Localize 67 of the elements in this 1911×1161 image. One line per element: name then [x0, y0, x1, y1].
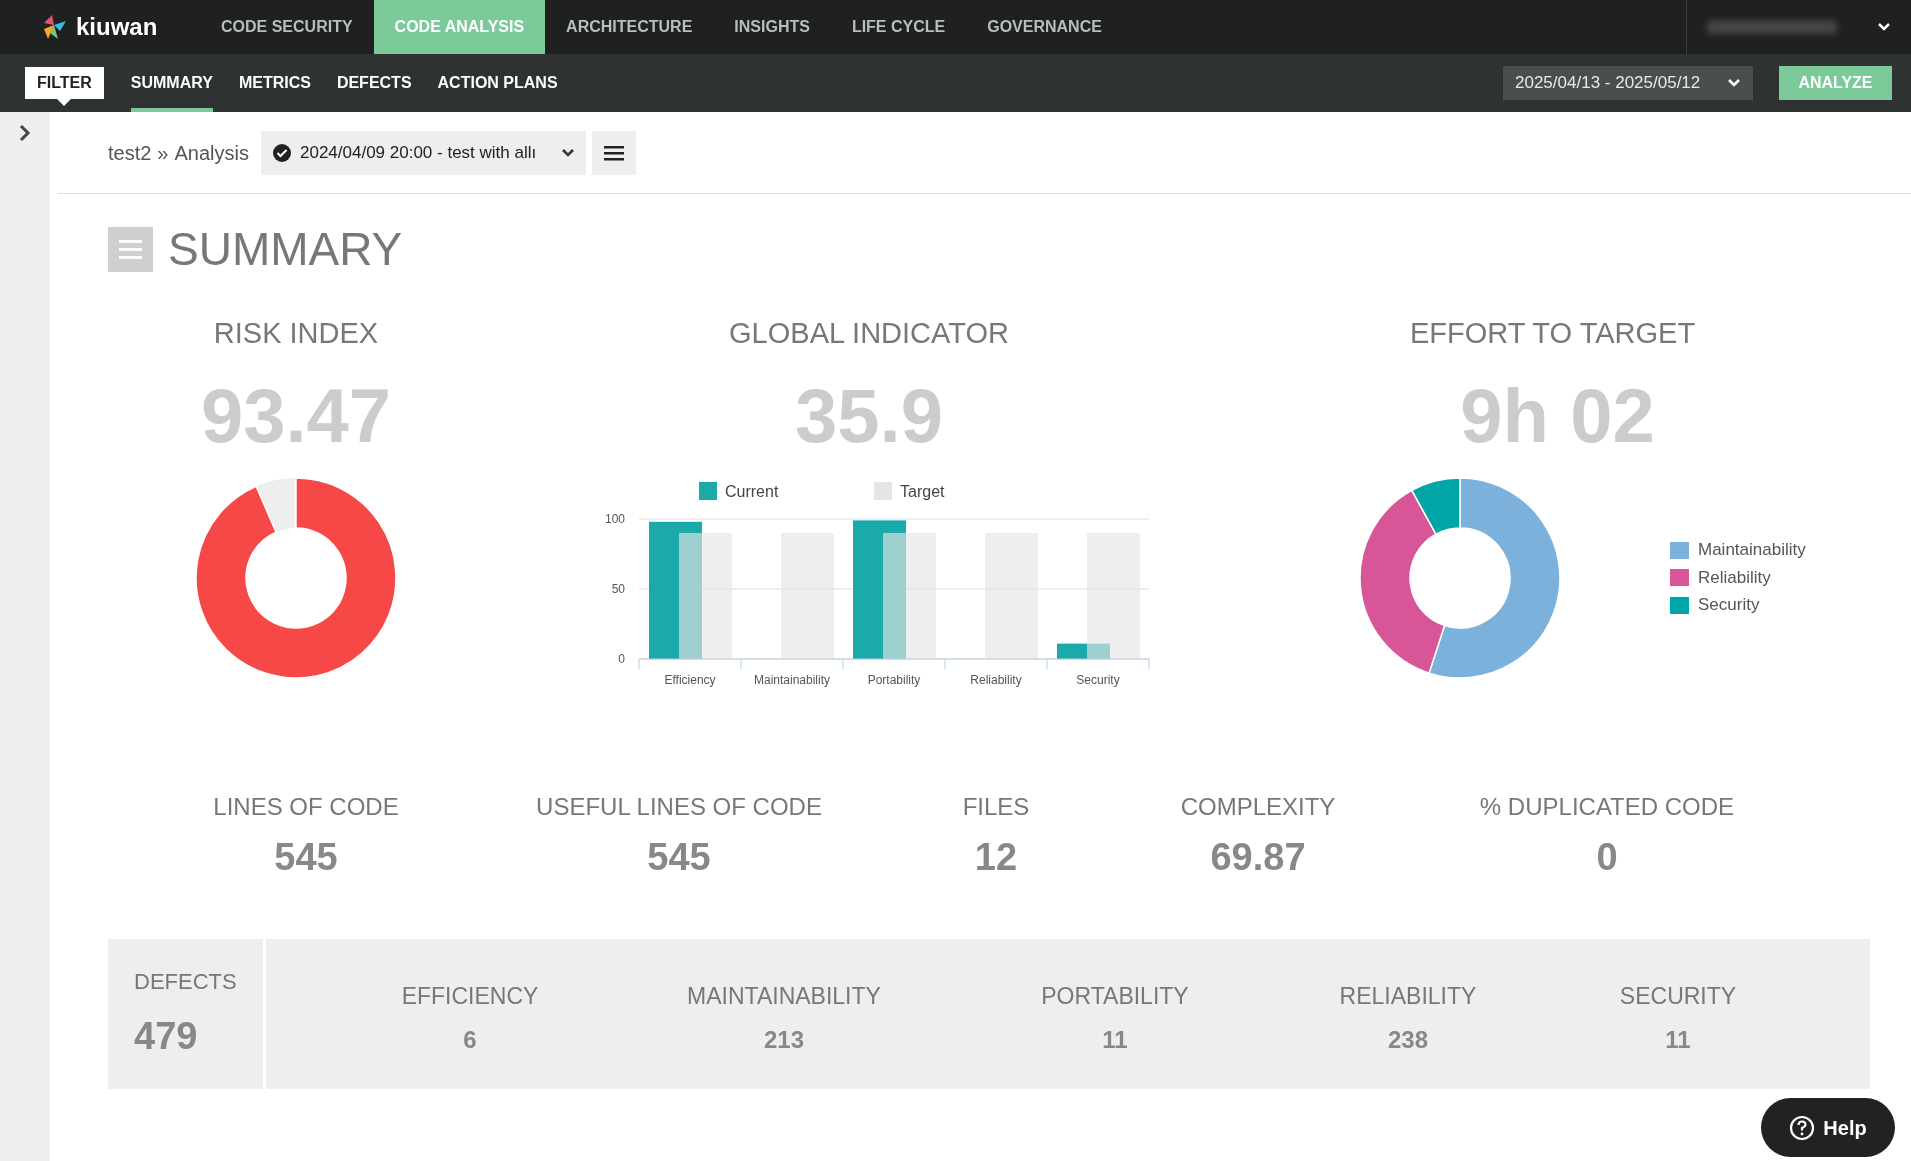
axis-category-label: Maintainability — [754, 672, 830, 687]
legend-swatch — [874, 481, 892, 500]
legend-label: Security — [1698, 594, 1760, 617]
sub-tab[interactable]: DEFECTS — [336, 54, 412, 112]
legend-swatch — [699, 481, 717, 500]
axis-category-label: Security — [1076, 672, 1120, 687]
sub-tab[interactable]: ACTION PLANS — [437, 54, 558, 112]
legend-label: Target — [900, 482, 945, 500]
pointer-icon — [57, 99, 72, 106]
menu-icon — [603, 144, 624, 161]
metric-value: 12 — [974, 835, 1018, 880]
date-range-dropdown[interactable]: 2025/04/13 - 2025/05/12 — [1503, 66, 1753, 100]
defects-label: DEFECTS — [134, 968, 238, 996]
kpi-title: EFFORT TO TARGET — [1409, 316, 1696, 351]
axis-category-label: Reliability — [970, 672, 1022, 687]
sub-tab[interactable]: SUMMARY — [130, 54, 213, 112]
axis-tick-label: 50 — [611, 581, 625, 596]
defect-category-count: 11 — [1102, 1024, 1128, 1055]
axis-category-label: Efficiency — [664, 672, 716, 687]
axis-category-label: Portability — [867, 672, 921, 687]
nav-tab[interactable]: GOVERNANCE — [966, 0, 1123, 54]
metric-value: 0 — [1596, 835, 1618, 880]
nav-tab[interactable]: LIFE CYCLE — [830, 0, 967, 54]
defect-category-label: PORTABILITY — [1041, 982, 1189, 1011]
chevron-down-icon — [560, 147, 575, 158]
defect-category-label: EFFICIENCY — [401, 982, 539, 1011]
breadcrumb-separator: » — [157, 140, 169, 166]
list-icon — [108, 226, 153, 272]
defect-category-label: SECURITY — [1619, 982, 1737, 1011]
metric-value: 545 — [647, 835, 711, 880]
metric-value: 545 — [274, 835, 338, 880]
metric-label: LINES OF CODE — [213, 792, 399, 822]
axis-tick-label: 0 — [618, 651, 625, 666]
analysis-dropdown[interactable]: 2024/04/09 20:00 - test with allı — [260, 130, 586, 175]
metric-label: USEFUL LINES OF CODE — [536, 792, 822, 822]
defects-total: 479 — [134, 1014, 199, 1059]
logo-text: kiuwan — [76, 12, 158, 42]
nav-tab[interactable]: ARCHITECTURE — [545, 0, 714, 54]
defect-category-count: 238 — [1387, 1024, 1428, 1055]
page-title: SUMMARY — [168, 221, 403, 277]
breadcrumb-text: Analysis — [174, 140, 249, 166]
nav-tab[interactable]: CODE SECURITY — [200, 0, 374, 54]
sub-tab[interactable]: METRICS — [238, 54, 311, 112]
defect-category-label: RELIABILITY — [1339, 982, 1477, 1011]
help-icon — [1789, 1114, 1816, 1141]
nav-tab[interactable]: INSIGHTS — [713, 0, 831, 54]
defect-category-count: 6 — [463, 1024, 477, 1055]
chevron-down-icon — [1727, 78, 1741, 88]
help-button[interactable]: Help — [1761, 1098, 1895, 1157]
menu-button[interactable] — [591, 130, 636, 175]
metric-label: % DUPLICATED CODE — [1479, 792, 1735, 822]
chevron-down-icon[interactable] — [1877, 22, 1891, 32]
kpi-title: GLOBAL INDICATOR — [729, 316, 1009, 351]
metric-label: FILES — [962, 792, 1030, 822]
defect-category-count: 11 — [1665, 1024, 1691, 1055]
breadcrumb-link[interactable]: test2 — [108, 137, 152, 168]
check-circle-icon — [271, 142, 292, 163]
defect-category-count: 213 — [763, 1024, 804, 1055]
chevron-right-icon[interactable] — [18, 124, 32, 142]
metric-label: COMPLEXITY — [1180, 792, 1336, 822]
kpi-title: RISK INDEX — [213, 316, 379, 351]
defect-category-label: MAINTAINABILITY — [687, 982, 881, 1011]
legend-label: Reliability — [1698, 566, 1771, 589]
axis-tick-label: 100 — [604, 511, 625, 526]
legend-label: Maintainability — [1698, 539, 1806, 562]
legend-label: Current — [725, 482, 779, 500]
metric-value: 69.87 — [1210, 835, 1306, 880]
